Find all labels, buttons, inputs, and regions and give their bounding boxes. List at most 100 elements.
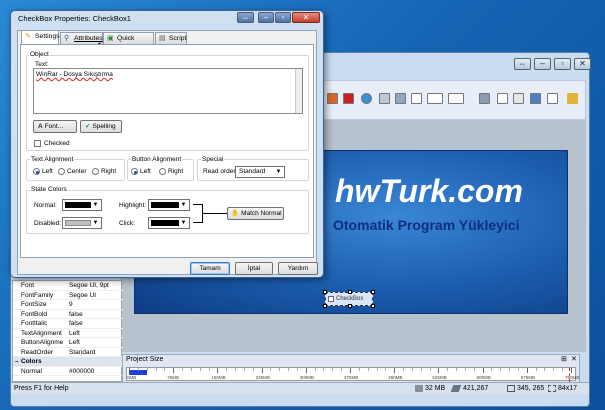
- align-right-radio[interactable]: [92, 168, 99, 175]
- align-center-label: Center: [67, 168, 87, 175]
- grid-tool-icon[interactable]: [497, 93, 508, 104]
- spelling-button[interactable]: ✔ Spelling: [80, 120, 122, 133]
- ruler-minor-tick: [403, 368, 405, 371]
- normal-color-label: Normal:: [34, 202, 57, 209]
- property-row[interactable]: TextAlignment Left: [13, 329, 123, 338]
- combo-tool-icon[interactable]: [448, 93, 464, 104]
- resize-handle[interactable]: [323, 304, 327, 308]
- property-row[interactable]: FontFamily Segoe UI: [13, 291, 123, 300]
- link-bracket-stem: [203, 213, 227, 214]
- tab-quick-action[interactable]: ▣Quick Action: [103, 32, 154, 53]
- chevron-down-icon: ▼: [180, 202, 187, 208]
- dialog-maximize-icon[interactable]: ▫: [275, 12, 291, 23]
- help-button[interactable]: Yardım: [278, 262, 318, 275]
- ruler-label: 675MB: [520, 375, 536, 380]
- align-left-radio[interactable]: [33, 168, 40, 175]
- dialog-minimize-icon[interactable]: –: [258, 12, 274, 23]
- ruler-minor-tick: [473, 368, 475, 371]
- checked-label: Checked: [44, 140, 70, 147]
- resize-handle[interactable]: [323, 290, 327, 294]
- pin-icon[interactable]: ⊞: [561, 356, 569, 364]
- banner-subtitle: Otomatik Program Yükleyici: [333, 217, 520, 233]
- resize-handle[interactable]: [371, 304, 375, 308]
- ruler-minor-tick: [252, 368, 254, 371]
- script-icon: ▤: [159, 35, 166, 42]
- click-color-label: Click:: [119, 220, 135, 227]
- resize-handle[interactable]: [348, 290, 352, 294]
- highlight-color-picker[interactable]: ▼: [148, 199, 190, 211]
- ruler-label: 75MB: [167, 375, 179, 380]
- chevron-down-icon: ▼: [92, 220, 99, 226]
- table-tool-icon[interactable]: [513, 93, 524, 104]
- property-row[interactable]: FontItalic false: [13, 319, 123, 329]
- font-icon: A: [38, 123, 43, 130]
- property-row[interactable]: FontSize 9: [13, 300, 123, 310]
- chevron-down-icon: ▼: [92, 202, 99, 208]
- ruler-minor-tick: [535, 368, 537, 371]
- resize-handle[interactable]: [371, 290, 375, 294]
- panel-tool-icon[interactable]: [379, 93, 390, 104]
- property-row[interactable]: Font Segoe UI, 9pt: [13, 281, 123, 291]
- status-help: Press F1 for Help: [14, 385, 69, 392]
- match-normal-button[interactable]: ✋ Match Normal: [227, 207, 284, 220]
- button-left-radio[interactable]: [131, 168, 138, 175]
- read-order-select[interactable]: Standard ▼: [235, 166, 285, 178]
- checkbox-tool-icon[interactable]: [395, 93, 406, 104]
- chevron-down-icon: ▼: [180, 220, 187, 226]
- input-tool-icon[interactable]: [427, 93, 443, 104]
- list-tool-icon[interactable]: [479, 93, 490, 104]
- button-left-label: Left: [140, 168, 151, 175]
- ruler-minor-tick: [296, 368, 298, 371]
- canvas-checkbox[interactable]: CheckBox: [323, 290, 375, 308]
- tab-script[interactable]: ▤ Script: [155, 32, 187, 44]
- ok-button[interactable]: Tamam: [190, 262, 230, 275]
- property-section-colors[interactable]: – Colors: [13, 357, 123, 367]
- maximize-icon[interactable]: ▫: [554, 58, 571, 70]
- ruler-minor-tick: [314, 368, 316, 371]
- property-row[interactable]: ButtonAlignme Left: [13, 338, 123, 348]
- align-center-radio[interactable]: [58, 168, 65, 175]
- ruler-tick: [482, 368, 484, 373]
- ruler-minor-tick: [323, 368, 325, 371]
- text-label: Text:: [35, 61, 49, 68]
- cancel-button[interactable]: İptal: [235, 262, 273, 275]
- close-icon[interactable]: ✕: [574, 58, 591, 70]
- tab-settings[interactable]: ✎ Settings: [21, 30, 60, 44]
- resize-handle[interactable]: [348, 304, 352, 308]
- image-tool-icon[interactable]: [327, 93, 338, 104]
- dialog-close-icon[interactable]: ✕: [292, 12, 320, 23]
- radio-tool-icon[interactable]: [411, 93, 422, 104]
- ruler-label: 0MB: [127, 375, 137, 380]
- pdf-tool-icon[interactable]: [343, 93, 354, 104]
- button-right-radio[interactable]: [159, 168, 166, 175]
- tree-tool-icon[interactable]: [530, 93, 541, 104]
- status-size: 32 MB: [425, 385, 446, 392]
- ruler-minor-tick: [500, 368, 502, 371]
- ruler-minor-tick: [190, 368, 192, 371]
- checkbox-square-icon: [328, 296, 334, 302]
- frame-tool-icon[interactable]: [547, 93, 558, 104]
- disabled-color-picker[interactable]: ▼: [62, 217, 102, 229]
- checked-checkbox[interactable]: [34, 140, 41, 147]
- color-swatch: [151, 220, 179, 226]
- ruler-minor-tick: [226, 368, 228, 371]
- ruler-label: 600MB: [476, 375, 491, 380]
- minimize-icon[interactable]: –: [534, 58, 551, 70]
- text-scrollbar[interactable]: [295, 69, 302, 113]
- property-row[interactable]: Normal #000000: [13, 367, 123, 376]
- pen-tool-icon[interactable]: [567, 93, 578, 104]
- ruler-minor-tick: [544, 368, 546, 371]
- cursor-position-icon: [450, 385, 462, 392]
- panel-close-icon[interactable]: ✕: [571, 356, 579, 364]
- status-bar: Press F1 for Help 32 MB 421,267 345, 265…: [11, 382, 589, 394]
- web-tool-icon[interactable]: [361, 93, 372, 104]
- ruler-minor-tick: [270, 368, 272, 371]
- property-row[interactable]: ReadOrder Standard: [13, 348, 123, 357]
- normal-color-picker[interactable]: ▼: [62, 199, 102, 211]
- property-row[interactable]: FontBold false: [13, 310, 123, 319]
- dialog-restore-icon[interactable]: ⇔: [237, 12, 254, 23]
- click-color-picker[interactable]: ▼: [148, 217, 190, 229]
- font-button[interactable]: A Font...: [33, 120, 77, 133]
- color-swatch: [65, 202, 91, 208]
- restore-icon[interactable]: ⇔: [514, 58, 531, 70]
